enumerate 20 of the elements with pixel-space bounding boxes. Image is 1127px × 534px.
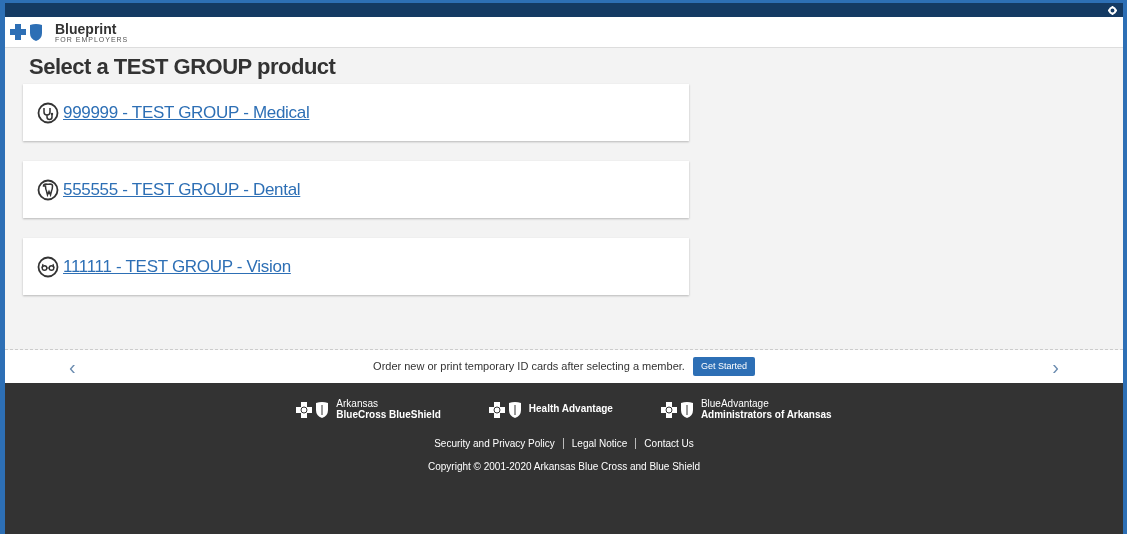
footer-link[interactable]: Contact Us — [644, 436, 694, 451]
get-started-button[interactable]: Get Started — [692, 356, 755, 377]
page-title: Select a TEST GROUP product — [29, 54, 337, 81]
settings-icon[interactable] — [1108, 5, 1117, 15]
brand-name: Health Advantage — [528, 404, 613, 415]
stethoscope-icon — [37, 101, 59, 124]
product-link[interactable]: 555555 - TEST GROUP - Dental — [63, 177, 301, 203]
copyright-text: Copyright © 2001-2020 Arkansas Blue Cross and Blue Shield — [428, 460, 700, 474]
logo-name: Blueprint — [55, 21, 118, 36]
brand-name: Arkansas — [336, 399, 379, 410]
brand-name: Administrators of Arkansas — [700, 409, 832, 420]
brand-name: BlueAdvantage — [700, 399, 769, 410]
tooth-icon — [37, 178, 59, 201]
product-link[interactable]: 999999 - TEST GROUP - Medical — [63, 100, 310, 126]
footer-link[interactable]: Legal Notice — [571, 436, 628, 451]
product-link[interactable]: 111111 - TEST GROUP - Vision — [63, 254, 291, 280]
glasses-icon — [37, 255, 59, 278]
brand-name: BlueCross BlueShield — [336, 409, 441, 420]
footer-link[interactable]: Security and Privacy Policy — [434, 436, 555, 451]
promo-text: Order new or print temporary ID cards after selecting a member. — [373, 359, 685, 375]
